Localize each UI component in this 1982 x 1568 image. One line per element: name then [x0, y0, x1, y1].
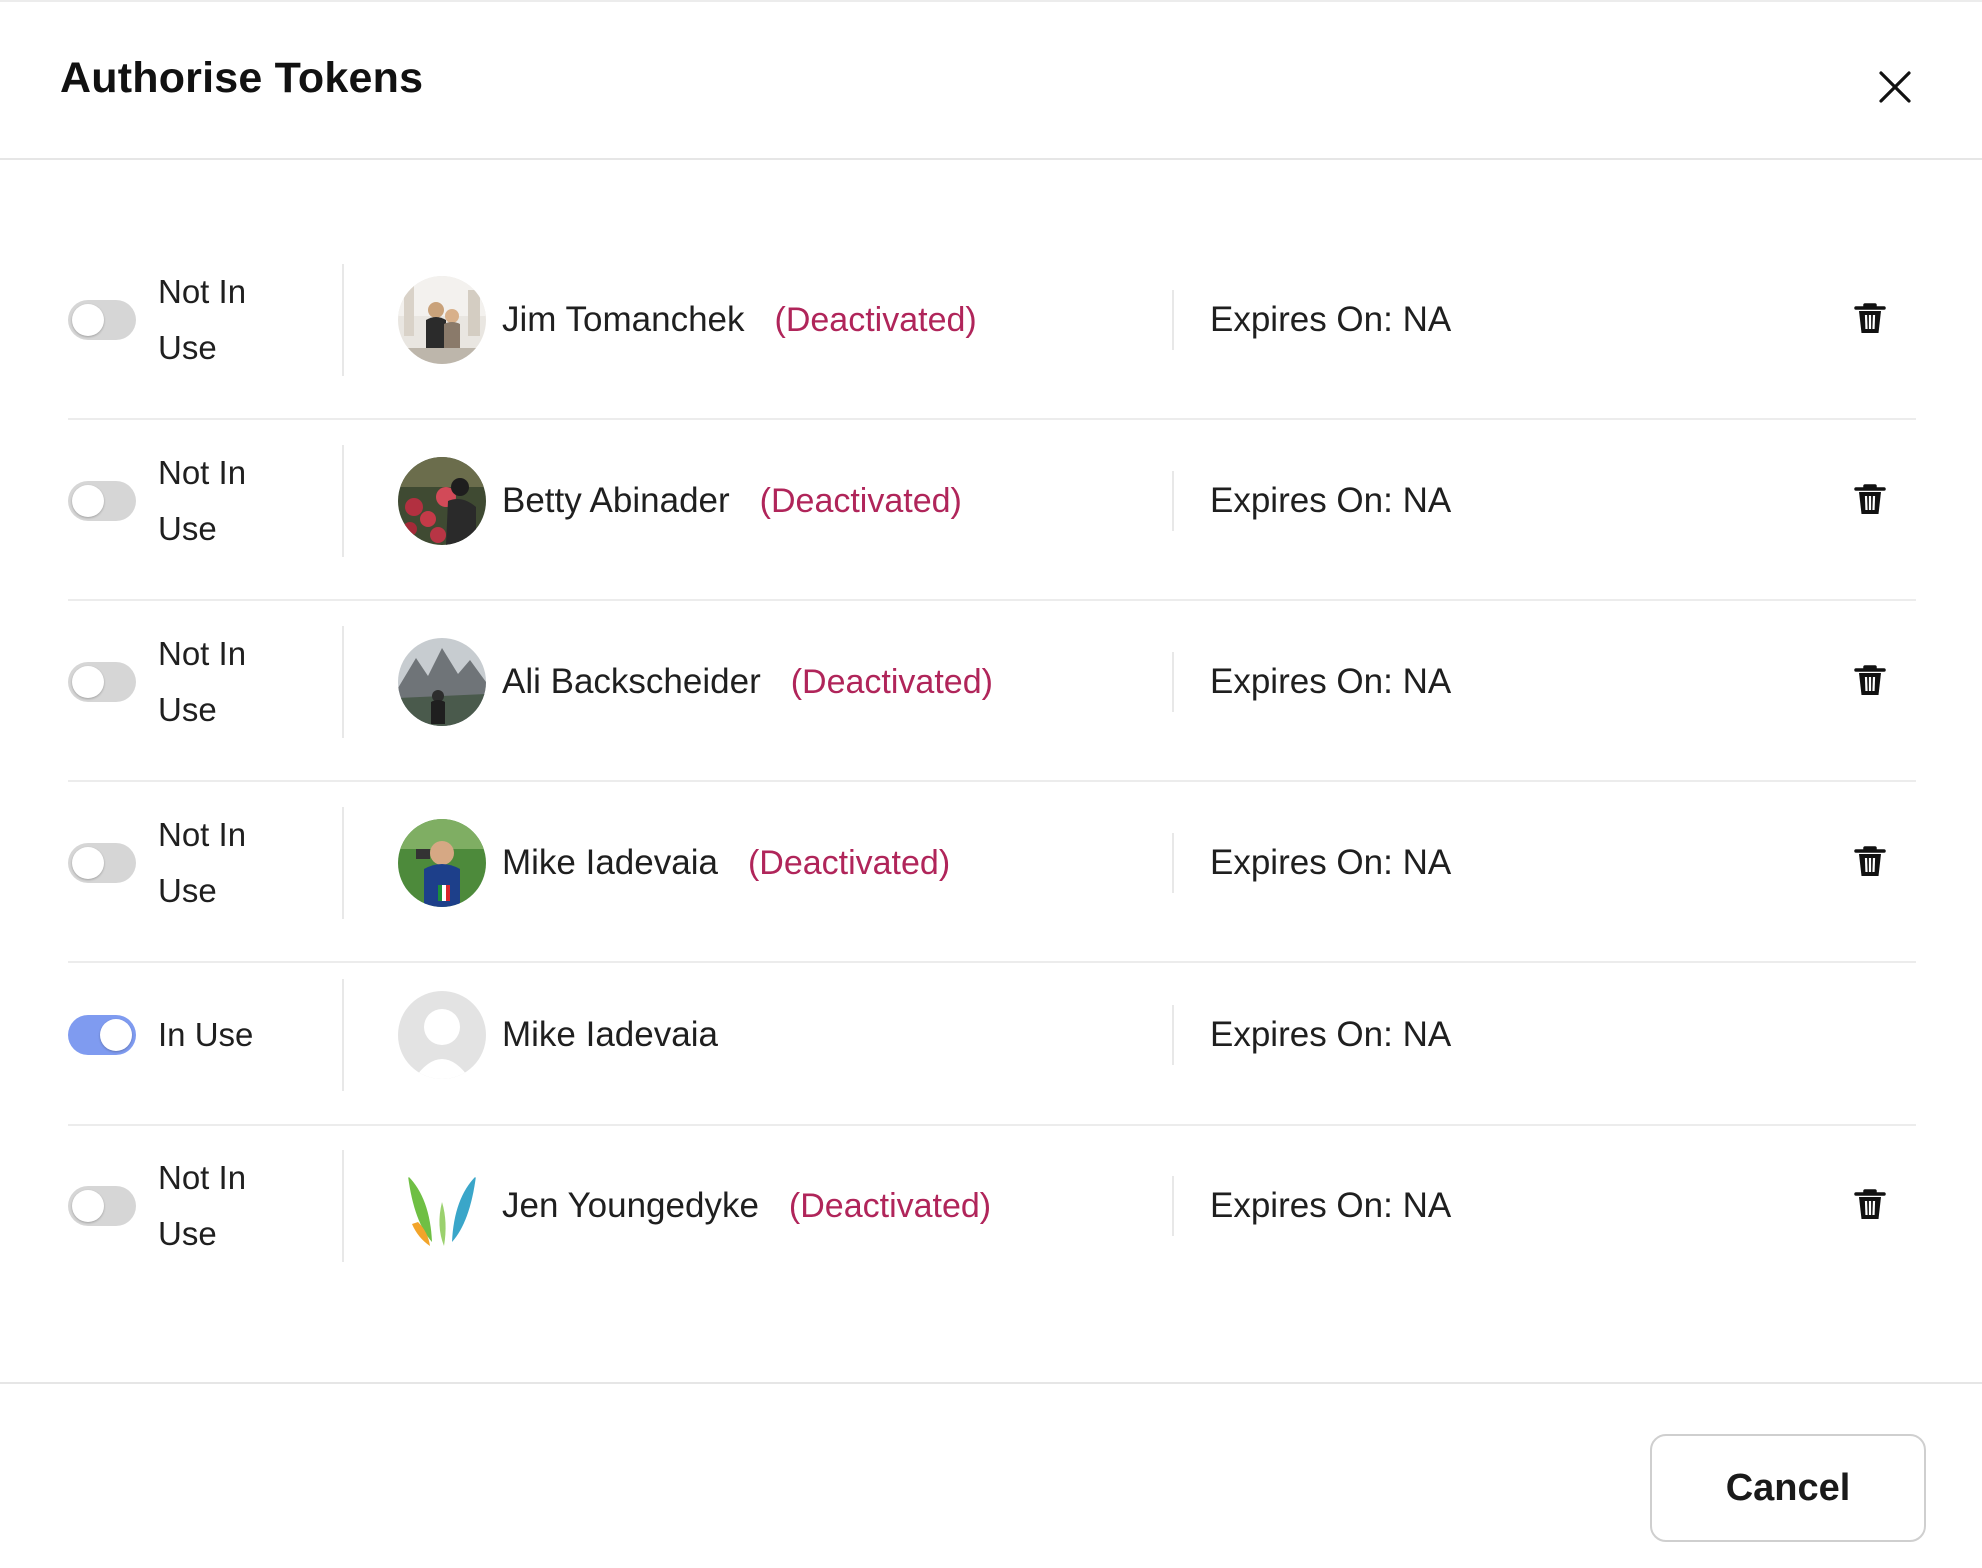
token-expiry: Expires On: NA [1210, 300, 1452, 339]
usage-status-line: Not In [158, 1159, 247, 1196]
usage-status-line: Use [158, 329, 217, 366]
usage-toggle[interactable] [68, 661, 136, 702]
user-name: Jim Tomanchek (Deactivated) [502, 300, 977, 340]
user-name: Jen Youngedyke (Deactivated) [502, 1186, 991, 1226]
delete-token-button[interactable] [1850, 481, 1890, 521]
user-avatar [398, 276, 486, 364]
token-expiry: Expires On: NA [1210, 480, 1452, 520]
dialog-title: Authorise Tokens [60, 54, 424, 102]
column-divider [342, 444, 344, 557]
token-row: Not In Use Jim Tomanchek (Deactivated) Exp… [68, 240, 1916, 420]
usage-status-line: Use [158, 871, 217, 909]
token-row: Not In Use Ali Backscheider (Deactivated) … [68, 601, 1916, 782]
deactivated-label: (Deactivated) [788, 1187, 992, 1225]
close-icon [1879, 71, 1911, 103]
user-name-text: Mike Iadevaia [502, 1014, 718, 1054]
column-divider [342, 625, 344, 738]
user-avatar [398, 1162, 486, 1250]
toggle-knob [72, 846, 104, 879]
cancel-button[interactable]: Cancel [1650, 1434, 1926, 1542]
toggle-knob [72, 484, 104, 517]
token-row: Not In Use Mike Iadevaia (Deactivated) Exp… [68, 782, 1916, 963]
usage-status-label: In Use [158, 1007, 288, 1063]
usage-status-label: Not In Use [158, 264, 288, 376]
delete-token-button[interactable] [1850, 1186, 1890, 1226]
toggle-knob [100, 1018, 132, 1051]
user-avatar [398, 456, 486, 545]
token-expiry: Expires On: NA [1210, 1014, 1452, 1054]
column-divider [1172, 290, 1174, 350]
column-divider [1172, 1004, 1174, 1065]
column-divider [1172, 470, 1174, 531]
toggle-knob [72, 665, 104, 698]
usage-status-line: Use [158, 1215, 217, 1252]
usage-toggle[interactable] [68, 1186, 136, 1226]
user-avatar [398, 818, 486, 907]
trash-icon [1854, 1189, 1886, 1219]
usage-status-line: Not In [158, 453, 247, 491]
usage-status-label: Not In Use [158, 807, 288, 919]
toggle-knob [72, 304, 104, 336]
trash-icon [1854, 303, 1886, 333]
usage-status-label: Not In Use [158, 445, 288, 557]
trash-icon [1854, 845, 1886, 876]
column-divider [342, 978, 344, 1091]
usage-toggle[interactable] [68, 1014, 136, 1055]
trash-icon [1854, 483, 1886, 514]
user-avatar [398, 637, 486, 726]
usage-status-label: Not In Use [158, 1150, 288, 1262]
usage-status-line: In Use [158, 1015, 254, 1053]
delete-token-button[interactable] [1850, 843, 1890, 883]
close-button[interactable] [1872, 64, 1918, 110]
user-name: Mike Iadevaia (Deactivated) [502, 843, 950, 883]
user-name-text: Jen Youngedyke [502, 1186, 759, 1225]
delete-token-button[interactable] [1850, 300, 1890, 340]
usage-status-line: Not In [158, 273, 247, 310]
column-divider [1172, 1176, 1174, 1236]
user-name-text: Jim Tomanchek [502, 300, 745, 339]
authorise-tokens-dialog: Authorise Tokens Not In Use Jim Tomanchek… [0, 0, 1982, 1566]
user-name: Ali Backscheider (Deactivated) [502, 662, 993, 702]
user-name-text: Betty Abinader [502, 480, 730, 520]
token-row: Not In Use Jen Youngedyke (Deactivated) Ex… [68, 1126, 1916, 1306]
usage-toggle[interactable] [68, 480, 136, 521]
user-name: Mike Iadevaia [502, 1015, 718, 1055]
deactivated-label: (Deactivated) [747, 843, 951, 882]
usage-status-label: Not In Use [158, 626, 288, 738]
deactivated-label: (Deactivated) [759, 481, 962, 520]
usage-status-line: Not In [158, 815, 247, 853]
token-row: Not In Use Betty Abinader (Deactivated) Ex… [68, 420, 1916, 601]
column-divider [1172, 651, 1174, 712]
token-row: In Use Mike Iadevaia Expires On: NA [68, 963, 1916, 1126]
toggle-knob [72, 1190, 104, 1222]
column-divider [1172, 832, 1174, 893]
dialog-header: Authorise Tokens [0, 2, 1982, 160]
user-name-text: Mike Iadevaia [502, 842, 718, 882]
token-expiry: Expires On: NA [1210, 842, 1452, 882]
usage-status-line: Use [158, 509, 217, 547]
user-name-text: Ali Backscheider [502, 661, 761, 701]
token-expiry: Expires On: NA [1210, 1186, 1452, 1225]
column-divider [342, 264, 344, 376]
column-divider [342, 806, 344, 919]
column-divider [342, 1150, 344, 1262]
deactivated-label: (Deactivated) [774, 301, 977, 339]
user-name: Betty Abinader (Deactivated) [502, 481, 962, 521]
usage-status-line: Not In [158, 634, 247, 672]
usage-toggle[interactable] [68, 842, 136, 883]
usage-status-line: Use [158, 690, 217, 728]
user-avatar [398, 990, 486, 1079]
trash-icon [1854, 664, 1886, 695]
usage-toggle[interactable] [68, 300, 136, 340]
dialog-footer: Cancel [0, 1382, 1982, 1568]
deactivated-label: (Deactivated) [790, 662, 993, 701]
token-expiry: Expires On: NA [1210, 661, 1452, 701]
delete-token-button[interactable] [1850, 662, 1890, 702]
